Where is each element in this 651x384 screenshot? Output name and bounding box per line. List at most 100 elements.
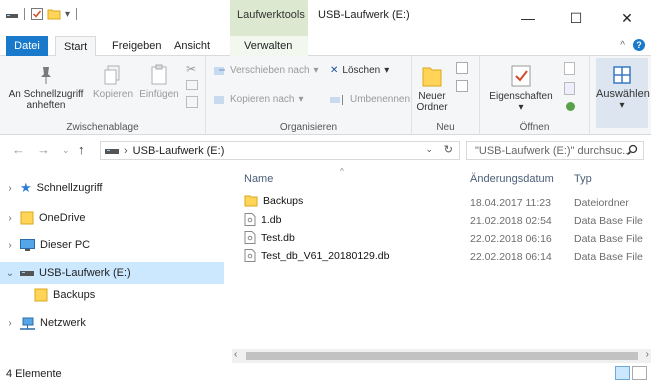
file-list: ^ Name Änderungsdatum Typ Backups 18.04.…: [232, 165, 651, 345]
rename-label: Umbenennen: [350, 94, 411, 105]
easy-access-icon[interactable]: [456, 80, 468, 92]
new-item-icon[interactable]: [456, 62, 468, 74]
properties-check-icon[interactable]: [31, 8, 43, 20]
drive-icon[interactable]: [6, 9, 18, 19]
copy-to-button[interactable]: Kopieren nach ▾: [214, 94, 304, 105]
quick-access-toolbar: ▾: [6, 8, 79, 20]
nav-item-backups[interactable]: Backups: [0, 284, 224, 306]
nav-item-quick-access[interactable]: › ★ Schnellzugriff: [0, 177, 224, 199]
properties-button[interactable]: Eigenschaften ▾: [486, 64, 556, 113]
nav-label: OneDrive: [39, 212, 86, 224]
search-input[interactable]: "USB-Laufwerk (E:)" durchsuc...: [475, 145, 631, 157]
title-bar: ▾ Laufwerktools USB-Laufwerk (E:) — ☐ ✕: [0, 0, 651, 36]
dropdown-arrow-icon: ▾: [384, 65, 390, 76]
tab-start[interactable]: Start: [55, 36, 97, 57]
scroll-right-icon[interactable]: ›: [646, 349, 649, 360]
expand-chevron-icon[interactable]: ›: [0, 240, 20, 251]
column-header-name[interactable]: Name: [244, 173, 273, 185]
collapse-ribbon-icon[interactable]: ^: [620, 40, 625, 51]
breadcrumb[interactable]: USB-Laufwerk (E:): [133, 145, 225, 157]
tab-file[interactable]: Datei: [6, 36, 48, 56]
paste-button[interactable]: Einfügen: [136, 64, 182, 100]
address-dropdown-icon[interactable]: ⌄: [425, 144, 433, 155]
pin-label-line1: An Schnellzugriff: [8, 89, 84, 100]
group-label-new: Neu: [436, 122, 455, 133]
drive-icon: [20, 271, 34, 276]
address-bar[interactable]: › USB-Laufwerk (E:) ⌄ ↻: [100, 141, 460, 160]
scroll-left-icon[interactable]: ‹: [234, 349, 237, 360]
help-icon[interactable]: ?: [633, 39, 645, 51]
cut-icon[interactable]: ✂: [186, 62, 196, 76]
sort-ascending-icon: ^: [340, 167, 344, 176]
maximize-button[interactable]: ☐: [553, 4, 599, 32]
copy-button[interactable]: Kopieren: [90, 64, 136, 100]
history-icon[interactable]: [566, 102, 575, 111]
table-row[interactable]: Test_db_V61_20180129.db 22.02.2018 06:14…: [232, 247, 651, 265]
column-header-type[interactable]: Typ: [574, 173, 592, 185]
tab-manage[interactable]: Verwalten: [236, 36, 300, 56]
nav-item-onedrive[interactable]: › OneDrive: [0, 207, 224, 229]
recent-locations-button[interactable]: ⌄: [62, 145, 70, 156]
group-label-open: Öffnen: [519, 122, 550, 133]
copy-to-label: Kopieren nach: [230, 94, 295, 105]
group-new: Neuer Ordner Neu: [412, 56, 480, 135]
scrollbar-thumb[interactable]: [246, 352, 638, 360]
clipboard-icon: [151, 64, 167, 85]
back-button[interactable]: ←: [12, 142, 25, 157]
details-view-icon[interactable]: [615, 366, 630, 380]
select-button[interactable]: Auswählen ▾: [596, 58, 650, 128]
up-button[interactable]: ↑: [78, 142, 85, 157]
rename-button[interactable]: Umbenennen: [330, 94, 410, 105]
nav-label: Dieser PC: [40, 239, 91, 251]
ribbon-tab-row: Datei Start Freigeben Ansicht Verwalten …: [0, 36, 651, 57]
window-title: USB-Laufwerk (E:): [318, 9, 410, 21]
delete-icon: ✕: [330, 65, 339, 76]
search-box[interactable]: "USB-Laufwerk (E:)" durchsuc...: [466, 141, 644, 160]
minimize-button[interactable]: —: [505, 4, 551, 32]
delete-button[interactable]: ✕ Löschen ▾: [330, 65, 389, 76]
toolbar-divider: [24, 8, 25, 20]
horizontal-scrollbar[interactable]: ‹ ›: [232, 349, 651, 363]
nav-item-this-pc[interactable]: › Dieser PC: [0, 234, 224, 256]
new-folder-label-line1: Neuer: [418, 91, 446, 102]
expand-chevron-icon[interactable]: ›: [0, 213, 20, 224]
move-to-button[interactable]: Verschieben nach ▾: [214, 65, 319, 76]
nav-item-network[interactable]: › Netzwerk: [0, 312, 224, 334]
pin-quick-access-button[interactable]: An Schnellzugriff anheften: [4, 64, 88, 111]
customize-qat-icon[interactable]: ▾: [65, 9, 70, 20]
expand-chevron-icon[interactable]: ›: [0, 318, 20, 329]
copy-path-icon[interactable]: [186, 80, 198, 90]
edit-file-icon[interactable]: [564, 82, 575, 95]
file-icon: [244, 249, 256, 262]
large-icons-view-icon[interactable]: [632, 366, 647, 380]
nav-item-usb-drive[interactable]: ⌄ USB-Laufwerk (E:): [0, 262, 224, 284]
minimize-icon: —: [521, 10, 535, 26]
table-row[interactable]: 1.db 21.02.2018 02:54 Data Base File: [232, 211, 651, 229]
move-to-icon: [214, 67, 225, 75]
drive-icon: [105, 148, 119, 154]
refresh-icon[interactable]: ↻: [444, 143, 453, 156]
close-button[interactable]: ✕: [604, 4, 650, 32]
tab-view[interactable]: Ansicht: [166, 36, 218, 56]
new-folder-button[interactable]: Neuer Ordner: [414, 62, 450, 113]
properties-label: Eigenschaften: [489, 91, 553, 102]
group-select: Auswählen ▾: [590, 56, 651, 135]
column-header-date[interactable]: Änderungsdatum: [470, 173, 554, 185]
nav-label: Netzwerk: [40, 317, 86, 329]
table-row[interactable]: Test.db 22.02.2018 06:16 Data Base File: [232, 229, 651, 247]
navigation-pane: › ★ Schnellzugriff › OneDrive › Dieser P…: [0, 165, 224, 345]
ribbon-tools: ^ ?: [620, 39, 645, 51]
new-folder-icon[interactable]: [47, 8, 61, 20]
table-row[interactable]: Backups 18.04.2017 11:23 Dateiordner: [232, 193, 651, 211]
collapse-chevron-icon[interactable]: ⌄: [0, 268, 20, 279]
select-label: Auswählen: [596, 88, 650, 100]
open-file-icon[interactable]: [564, 62, 575, 75]
rename-icon: [330, 94, 343, 105]
paste-label: Einfügen: [139, 89, 179, 100]
group-organize: Verschieben nach ▾ Kopieren nach ▾ ✕ Lös…: [206, 56, 412, 135]
tab-share[interactable]: Freigeben: [104, 36, 170, 56]
expand-chevron-icon[interactable]: ›: [0, 183, 20, 194]
forward-button[interactable]: →: [37, 142, 50, 157]
view-toggle: [615, 366, 647, 380]
paste-shortcut-icon[interactable]: [186, 96, 198, 108]
